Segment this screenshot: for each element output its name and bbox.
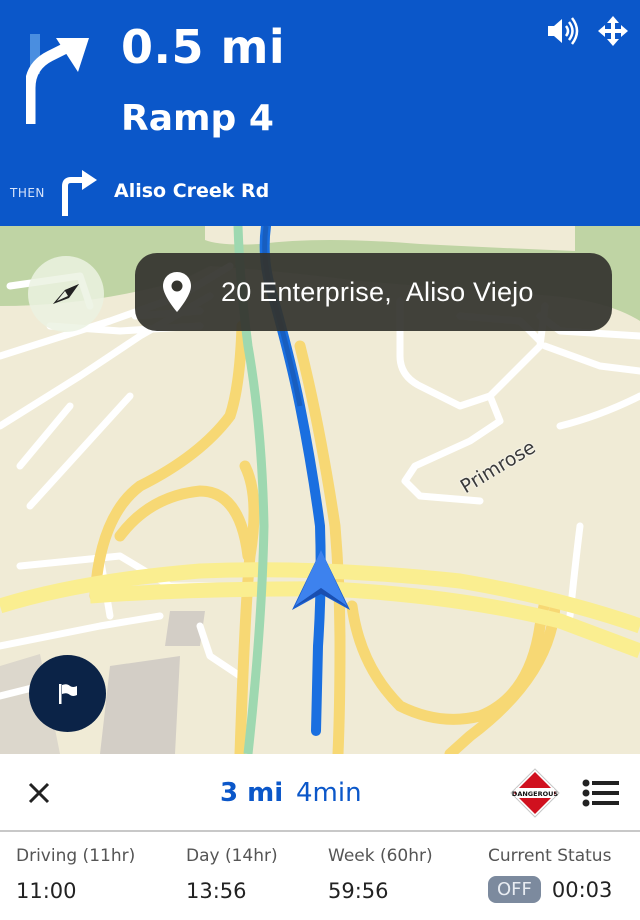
hos-value: 59:56: [328, 879, 389, 903]
status-time: 00:03: [551, 877, 613, 902]
route-summary-bar: 3 mi 4min DANGEROUS: [0, 754, 640, 832]
bear-right-arrow-icon: [26, 34, 89, 124]
hos-label: Driving (11hr): [16, 846, 136, 866]
then-label: THEN: [10, 186, 45, 200]
move-arrows-icon[interactable]: [598, 16, 628, 46]
destination-address: 20 Enterprise, Aliso Viejo: [221, 276, 534, 307]
then-road-name: Aliso Creek Rd: [114, 180, 270, 202]
hours-of-service-panel: Driving (11hr) 11:00 Day (14hr) 13:56 We…: [0, 832, 640, 920]
hos-week: Week (60hr) 59:56: [328, 846, 433, 903]
compass-button[interactable]: [28, 256, 104, 332]
hos-label: Current Status: [488, 846, 612, 866]
navigation-arrow-icon: [292, 550, 350, 610]
maneuver-road-name: Ramp 4: [121, 98, 274, 139]
close-icon[interactable]: [24, 778, 54, 808]
turn-instruction-banner: 0.5 mi Ramp 4 THEN Aliso Creek Rd: [0, 0, 640, 226]
hos-value: 13:56: [186, 879, 247, 903]
building: [100, 656, 180, 754]
hos-value: 11:00: [16, 879, 77, 903]
route-distance: 3 mi: [220, 778, 284, 808]
hos-day: Day (14hr) 13:56: [186, 846, 278, 903]
hos-driving: Driving (11hr) 11:00: [16, 846, 135, 903]
list-icon[interactable]: [582, 778, 620, 808]
destination-banner[interactable]: 20 Enterprise, Aliso Viejo: [135, 253, 612, 331]
compass-icon: [53, 284, 79, 304]
map-view[interactable]: 20 Enterprise, Aliso Viejo Primrose: [0, 226, 640, 754]
hos-label: Day (14hr): [186, 846, 278, 866]
location-pin-icon: [163, 272, 191, 312]
maneuver-distance: 0.5 mi: [121, 20, 286, 74]
volume-icon[interactable]: [546, 16, 580, 46]
turn-right-arrow-icon: [62, 170, 97, 216]
status-badge[interactable]: OFF: [488, 876, 541, 903]
report-button[interactable]: [29, 655, 106, 732]
hazmat-placard-icon[interactable]: DANGEROUS: [510, 768, 560, 818]
route-duration: 4min: [296, 778, 362, 808]
hos-current-status: Current Status OFF 00:03: [488, 846, 612, 903]
flag-icon: [58, 683, 77, 704]
hos-label: Week (60hr): [328, 846, 433, 866]
hazmat-label: DANGEROUS: [512, 790, 558, 798]
